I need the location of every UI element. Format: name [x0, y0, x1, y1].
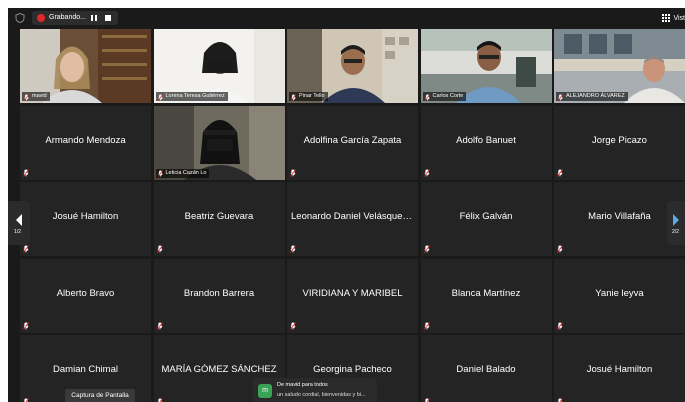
muted-mic-icon	[24, 93, 29, 101]
participant-tile[interactable]: Yanie leyva	[554, 258, 685, 333]
participant-tile[interactable]: Pinar Tello	[287, 29, 418, 103]
muted-mic-icon	[424, 398, 430, 402]
muted-mic-icon	[290, 245, 296, 253]
participant-tile[interactable]: Armando Mendoza	[20, 105, 151, 180]
muted-mic-icon	[557, 168, 563, 177]
muted-mic-icon	[557, 245, 563, 253]
participant-tile[interactable]: Beatriz Guevara	[153, 182, 285, 256]
previous-page-button[interactable]: 1/2	[8, 201, 30, 245]
chat-notification[interactable]: m De mavid para todos un saludo cordial,…	[253, 378, 377, 402]
muted-mic-icon	[24, 398, 29, 402]
muted-mic-icon	[156, 245, 163, 253]
participant-name: Damian Chimal	[53, 364, 118, 375]
muted-mic-icon	[424, 93, 430, 101]
muted-mic-icon	[558, 398, 563, 402]
participant-tile[interactable]: Lorena Teresa Gutiérrez	[153, 29, 285, 103]
shield-icon[interactable]	[15, 13, 25, 23]
participant-name: Mario Villafaña	[588, 211, 651, 222]
participant-name: Yanie leyva	[595, 287, 644, 299]
grid-view-icon	[662, 14, 671, 22]
participant-name: Lorena Teresa Gutiérrez	[165, 93, 225, 99]
muted-mic-icon	[23, 321, 29, 330]
chevron-left-icon	[16, 214, 22, 226]
muted-mic-icon	[557, 321, 563, 330]
participant-name-label: mavid	[22, 92, 50, 101]
pause-icon[interactable]	[90, 14, 98, 22]
next-page-button[interactable]: 2/2	[667, 201, 685, 245]
top-bar: Grabando... Vist	[8, 8, 685, 28]
participant-name: Carlos Corte	[432, 93, 464, 99]
record-dot-icon	[37, 14, 45, 22]
screenshot-tooltip: Captura de Pantalla	[65, 389, 135, 402]
participant-name: VIRIDIANA Y MARIBEL	[302, 287, 403, 299]
chat-notification-body: un saludo cordial, bienvenidas y bi...	[277, 392, 366, 398]
participant-tile[interactable]: ALEJANDRO ÁLVAREZ	[554, 29, 685, 103]
participant-name: Pinar Tello	[299, 93, 325, 99]
muted-mic-icon	[23, 245, 29, 253]
muted-mic-icon	[157, 93, 163, 101]
muted-mic-icon	[156, 321, 163, 330]
participant-tile[interactable]: Leonardo Daniel Velásquez...	[287, 182, 418, 256]
participant-name: Armando Mendoza	[45, 134, 126, 146]
participant-name: Adolfina García Zapata	[303, 134, 402, 146]
participant-name: Alberto Bravo	[56, 287, 115, 299]
participant-name: Josué Hamilton	[52, 211, 119, 222]
muted-mic-icon	[290, 168, 296, 177]
participant-tile[interactable]: Adolfo Banuet	[420, 105, 552, 180]
participant-name: Brandon Barrera	[183, 287, 255, 299]
participant-name: Adolfo Banuet	[456, 134, 516, 146]
meeting-window: Grabando... Vist mavid Lorena Teresa Guti…	[8, 8, 685, 402]
muted-mic-icon	[23, 168, 29, 177]
participant-name-label: Pinar Tello	[289, 92, 328, 101]
participant-tile[interactable]: Mario Villafaña	[554, 182, 685, 256]
participant-tile[interactable]: Jorge Picazo	[554, 105, 685, 180]
participant-name: Georgina Pacheco	[313, 364, 392, 375]
participant-name: Daniel Balado	[456, 364, 516, 375]
muted-mic-icon	[423, 168, 430, 177]
participant-tile[interactable]: Félix Galván	[420, 182, 552, 256]
participant-tile[interactable]: VIRIDIANA Y MARIBEL	[287, 258, 418, 333]
participant-tile[interactable]: Adolfina García Zapata	[287, 105, 418, 180]
muted-mic-icon	[423, 245, 430, 253]
muted-mic-icon	[157, 398, 163, 402]
participant-name: Blanca Martínez	[451, 287, 521, 299]
muted-mic-icon	[558, 93, 563, 101]
participant-name: Josué Hamilton	[586, 364, 653, 375]
previous-page-number: 1/2	[14, 229, 21, 235]
participant-name-label: ALEJANDRO ÁLVAREZ	[556, 92, 628, 101]
muted-mic-icon	[423, 321, 430, 330]
participant-tile[interactable]: Josué Hamilton	[20, 182, 151, 256]
next-page-number: 2/2	[672, 229, 679, 235]
muted-mic-icon	[291, 93, 296, 101]
participant-name: MARÍA GÓMEZ SÁNCHEZ	[161, 364, 277, 375]
participant-name: Leonardo Daniel Velásquez...	[291, 211, 416, 222]
participant-name: Leticia Cazán Lo	[165, 169, 207, 176]
participant-tile[interactable]: Leticia Cazán Lo	[153, 105, 285, 180]
muted-mic-icon	[157, 170, 163, 177]
participant-tile[interactable]: Alberto Bravo	[20, 258, 151, 333]
chat-notification-title: De mavid para todos	[277, 382, 328, 388]
participant-name: Félix Galván	[459, 211, 513, 222]
participant-name: mavid	[32, 93, 47, 99]
participant-name-label: Carlos Corte	[422, 92, 467, 101]
recording-indicator[interactable]: Grabando...	[32, 11, 118, 25]
participant-name: ALEJANDRO ÁLVAREZ	[566, 93, 625, 99]
participant-tile[interactable]: Brandon Barrera	[153, 258, 285, 333]
participant-tile[interactable]: Josué Hamilton	[554, 335, 685, 402]
participant-tile[interactable]: mavid	[20, 29, 151, 103]
view-label: Vist	[673, 14, 685, 22]
stop-icon[interactable]	[105, 15, 111, 21]
participant-name-label: Leticia Cazán Lo	[155, 168, 210, 178]
recording-label: Grabando...	[49, 14, 86, 21]
participant-name: Beatriz Guevara	[184, 211, 254, 222]
view-button[interactable]: Vist	[662, 11, 685, 25]
participant-tile[interactable]: Daniel Balado	[420, 335, 552, 402]
chevron-right-icon	[673, 214, 679, 226]
participant-tile[interactable]: Carlos Corte	[420, 29, 552, 103]
sender-avatar: m	[258, 384, 272, 398]
participant-name-label: Lorena Teresa Gutiérrez	[155, 92, 228, 101]
muted-mic-icon	[290, 321, 296, 330]
participant-name: Jorge Picazo	[592, 134, 647, 146]
participant-tile[interactable]: Blanca Martínez	[420, 258, 552, 333]
